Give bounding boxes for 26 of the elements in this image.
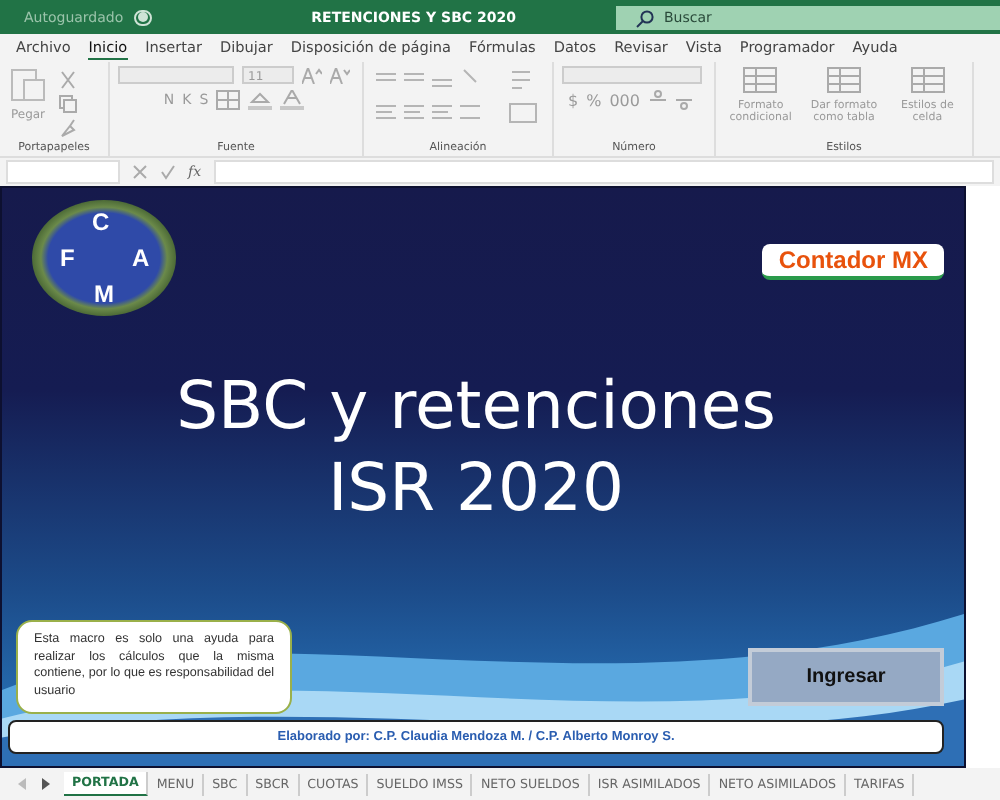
brand-badge: Contador MX bbox=[762, 244, 944, 280]
copy-icon[interactable] bbox=[58, 94, 78, 114]
paste-icon[interactable] bbox=[8, 66, 48, 102]
scroll-right-icon[interactable] bbox=[40, 778, 52, 790]
fill-color-icon[interactable] bbox=[248, 90, 273, 110]
decimal-icon[interactable] bbox=[647, 90, 696, 110]
number-format-field[interactable] bbox=[562, 66, 702, 84]
font-shrink-icon[interactable] bbox=[330, 67, 350, 83]
table-icon bbox=[742, 66, 779, 94]
font-name-field[interactable] bbox=[118, 66, 234, 84]
name-box[interactable] bbox=[6, 160, 120, 184]
scissors-icon[interactable] bbox=[58, 70, 78, 90]
autosave-toggle[interactable] bbox=[133, 9, 152, 25]
check-icon[interactable] bbox=[160, 164, 176, 180]
formula-field[interactable] bbox=[213, 160, 994, 184]
enter-button[interactable]: Ingresar bbox=[748, 648, 944, 706]
cover-title: SBC y retenciones ISR 2020 bbox=[174, 364, 778, 529]
table-icon bbox=[909, 66, 946, 94]
cancel-icon[interactable] bbox=[132, 164, 148, 180]
scroll-left-icon[interactable] bbox=[16, 778, 28, 790]
font-color-icon[interactable] bbox=[280, 90, 305, 110]
border-icon[interactable] bbox=[216, 90, 241, 110]
logo: C F A M bbox=[32, 200, 176, 316]
font-grow-icon[interactable] bbox=[302, 67, 322, 83]
brush-icon[interactable] bbox=[58, 118, 78, 138]
table-icon bbox=[826, 66, 862, 94]
